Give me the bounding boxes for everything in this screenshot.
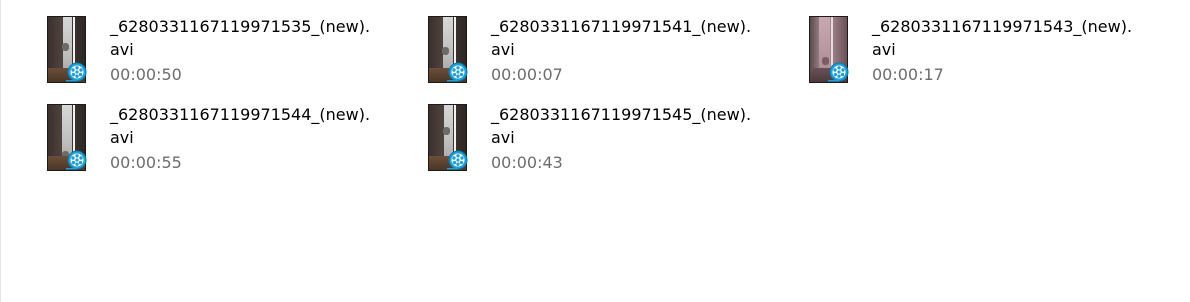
video-thumbnail (427, 15, 471, 85)
file-duration: 00:00:50 (110, 65, 182, 84)
media-player-film-icon (447, 150, 468, 170)
file-name-line-1: _6280331167119971545_(new). (491, 105, 752, 124)
file-name-line-1: _6280331167119971541_(new). (491, 17, 752, 36)
video-thumbnail (427, 103, 471, 173)
file-name-line-2: avi (491, 40, 515, 59)
file-duration: 00:00:43 (491, 153, 563, 172)
file-name: _6280331167119971543_(new). avi (872, 15, 1164, 61)
file-duration: 00:00:55 (110, 153, 182, 172)
file-name-line-2: avi (110, 40, 134, 59)
file-item[interactable]: _6280331167119971545_(new). avi 00:00:43 (427, 103, 787, 179)
file-list-view: _6280331167119971535_(new). avi 00:00:50 (0, 0, 1190, 302)
file-name-line-1: _6280331167119971543_(new). (872, 17, 1133, 36)
media-player-film-icon (447, 62, 468, 82)
file-name-line-2: avi (872, 40, 896, 59)
file-duration: 00:00:17 (872, 65, 944, 84)
media-player-film-icon (66, 150, 87, 170)
file-name: _6280331167119971544_(new). avi (110, 103, 402, 149)
video-thumbnail (808, 15, 852, 85)
file-item[interactable]: _6280331167119971544_(new). avi 00:00:55 (46, 103, 406, 179)
video-thumbnail (46, 15, 90, 85)
media-player-film-icon (828, 62, 849, 82)
file-item[interactable]: _6280331167119971541_(new). avi 00:00:07 (427, 15, 787, 91)
media-player-film-icon (66, 62, 87, 82)
file-name: _6280331167119971541_(new). avi (491, 15, 783, 61)
file-name-line-1: _6280331167119971544_(new). (110, 105, 371, 124)
file-name: _6280331167119971535_(new). avi (110, 15, 402, 61)
file-name-line-1: _6280331167119971535_(new). (110, 17, 371, 36)
file-name-line-2: avi (491, 128, 515, 147)
file-duration: 00:00:07 (491, 65, 563, 84)
file-item[interactable]: _6280331167119971543_(new). avi 00:00:17 (808, 15, 1168, 91)
video-thumbnail (46, 103, 90, 173)
file-item[interactable]: _6280331167119971535_(new). avi 00:00:50 (46, 15, 406, 91)
file-name: _6280331167119971545_(new). avi (491, 103, 783, 149)
file-name-line-2: avi (110, 128, 134, 147)
